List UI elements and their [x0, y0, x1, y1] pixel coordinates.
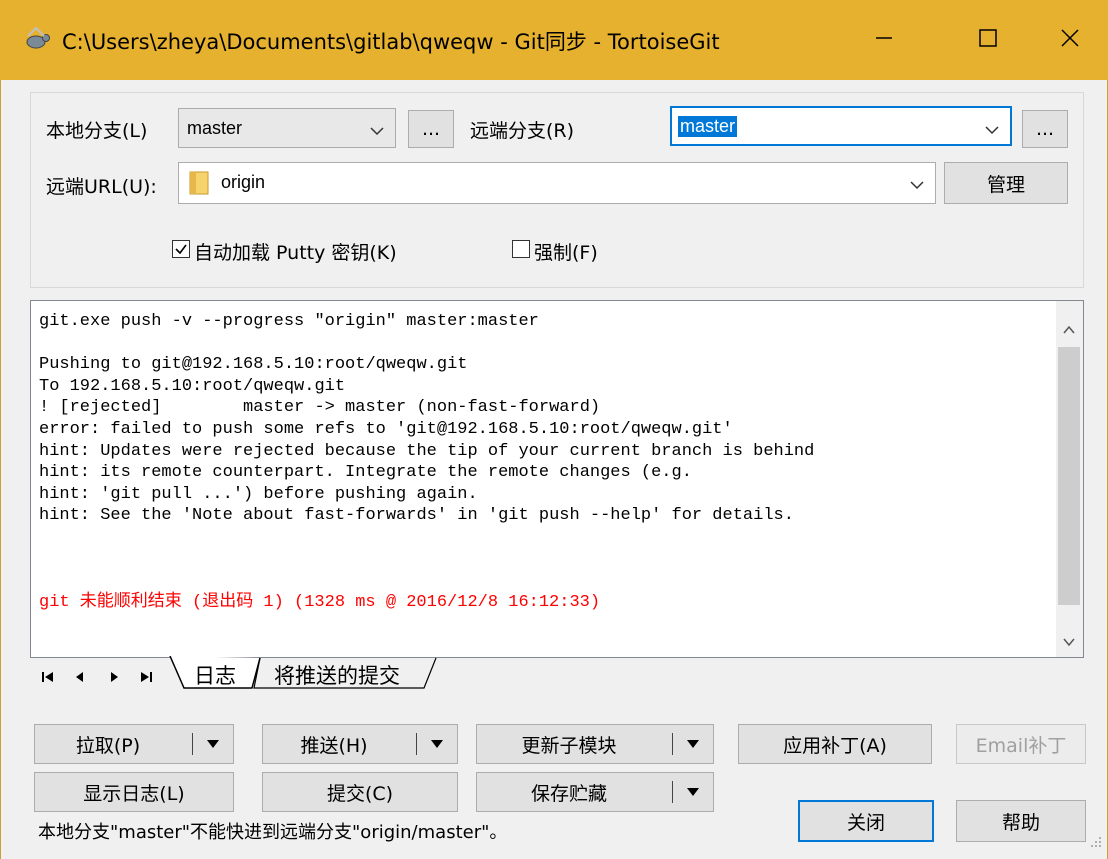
scroll-down-icon[interactable]	[1062, 631, 1076, 647]
window-title: C:\Users\zheya\Documents\gitlab\qweqw - …	[62, 30, 720, 54]
first-tab-icon[interactable]	[40, 668, 56, 684]
log-line: error: failed to push some refs to 'git@…	[39, 419, 733, 439]
help-button[interactable]: 帮助	[956, 800, 1086, 842]
log-output[interactable]: git.exe push -v --progress "origin" mast…	[30, 300, 1084, 658]
next-tab-icon[interactable]	[106, 668, 122, 684]
browse-label: ...	[1035, 118, 1055, 140]
pull-button[interactable]: 拉取(P)	[34, 724, 234, 764]
close-button[interactable]: 关闭	[798, 800, 934, 842]
folder-icon	[189, 170, 209, 201]
apply-patch-button[interactable]: 应用补丁(A)	[738, 724, 932, 764]
log-error-line: git 未能顺利结束 (退出码 1) (1328 ms @ 2016/12/8 …	[39, 592, 601, 612]
email-patch-label: Email补丁	[975, 734, 1067, 757]
last-tab-icon[interactable]	[138, 668, 154, 684]
log-scrollbar[interactable]	[1056, 301, 1083, 657]
force-label: 强制(F)	[534, 242, 598, 264]
force-checkbox[interactable]	[512, 240, 530, 258]
dropdown-arrow-icon[interactable]	[193, 725, 233, 763]
log-line: ! [rejected] master -> master (non-fast-…	[39, 398, 601, 418]
dropdown-arrow-icon[interactable]	[417, 725, 457, 763]
dropdown-arrow-icon[interactable]	[673, 773, 713, 811]
minimize-button[interactable]	[838, 0, 930, 80]
chevron-down-icon	[369, 121, 385, 136]
log-line: hint: its remote counterpart. Integrate …	[39, 463, 692, 483]
tab-bar: 日志 将推送的提交	[30, 656, 1084, 696]
scroll-up-icon[interactable]	[1062, 319, 1076, 334]
commit-label: 提交(C)	[326, 782, 394, 805]
log-line: hint: Updates were rejected because the …	[39, 441, 815, 461]
remote-branch-label: 远端分支(R)	[470, 120, 575, 142]
close-label: 关闭	[846, 811, 885, 834]
maximize-icon	[978, 28, 998, 53]
stash-label: 保存贮藏	[530, 782, 607, 805]
log-lines: git.exe push -v --progress "origin" mast…	[39, 311, 1059, 613]
minimize-icon	[874, 28, 894, 53]
local-branch-select[interactable]: master	[178, 108, 396, 148]
prev-tab-icon[interactable]	[72, 668, 88, 684]
email-patch-button: Email补丁	[956, 724, 1086, 764]
dropdown-arrow-icon[interactable]	[673, 725, 713, 763]
remote-branch-browse-button[interactable]: ...	[1022, 110, 1068, 148]
apply-patch-label: 应用补丁(A)	[783, 734, 887, 757]
tab-commits-to-push[interactable]: 将推送的提交	[274, 660, 400, 690]
update-submodules-button[interactable]: 更新子模块	[476, 724, 714, 764]
show-log-label: 显示日志(L)	[83, 782, 185, 805]
browse-label: ...	[421, 118, 441, 140]
autoload-putty-label: 自动加载 Putty 密钥(K)	[194, 242, 397, 264]
show-log-button[interactable]: 显示日志(L)	[34, 772, 234, 812]
local-branch-value: master	[187, 118, 243, 138]
log-line: To 192.168.5.10:root/qweqw.git	[39, 376, 346, 396]
local-branch-browse-button[interactable]: ...	[408, 110, 454, 148]
pull-label: 拉取(P)	[75, 734, 141, 757]
stash-button[interactable]: 保存贮藏	[476, 772, 714, 812]
log-line: git.exe push -v --progress "origin" mast…	[39, 312, 539, 331]
remote-url-select[interactable]: origin	[178, 162, 936, 204]
remote-branch-select[interactable]: master	[670, 106, 1012, 146]
log-line: hint: 'git pull ...') before pushing aga…	[39, 484, 478, 504]
remote-url-label: 远端URL(U):	[46, 176, 157, 198]
status-text: 本地分支"master"不能快进到远端分支"origin/master"。	[38, 822, 508, 843]
close-window-button[interactable]	[1024, 0, 1108, 80]
maximize-button[interactable]	[942, 0, 1034, 80]
chevron-down-icon	[909, 175, 925, 190]
manage-button[interactable]: 管理	[944, 162, 1068, 204]
commit-button[interactable]: 提交(C)	[262, 772, 458, 812]
title-bar: C:\Users\zheya\Documents\gitlab\qweqw - …	[0, 0, 1108, 80]
remote-url-value: origin	[221, 172, 266, 192]
log-line: hint: See the 'Note about fast-forwards'…	[39, 506, 794, 526]
update-submodules-label: 更新子模块	[521, 734, 617, 757]
autoload-putty-checkbox[interactable]	[172, 240, 190, 258]
push-label: 推送(H)	[300, 734, 368, 757]
tab-log[interactable]: 日志	[194, 660, 236, 690]
close-icon	[1060, 28, 1080, 53]
chevron-down-icon	[984, 120, 1000, 135]
help-label: 帮助	[1001, 811, 1040, 834]
manage-label: 管理	[986, 173, 1025, 196]
scrollbar-thumb[interactable]	[1058, 347, 1080, 605]
push-button[interactable]: 推送(H)	[262, 724, 458, 764]
tortoise-icon	[22, 26, 52, 52]
log-line: Pushing to git@192.168.5.10:root/qweqw.g…	[39, 355, 468, 375]
local-branch-label: 本地分支(L)	[46, 120, 148, 142]
resize-grip-icon[interactable]	[1088, 831, 1102, 853]
remote-branch-value: master	[678, 116, 738, 137]
